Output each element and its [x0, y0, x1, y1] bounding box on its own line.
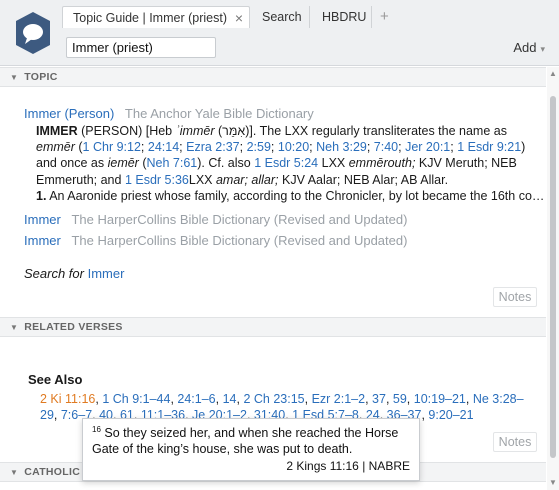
bible-ref-link[interactable]: 2:59 — [247, 140, 271, 154]
section-header-related-verses[interactable]: ▼ RELATED VERSES — [0, 317, 546, 337]
tab-search[interactable]: Search — [252, 6, 310, 28]
entry-source-link[interactable]: The HarperCollins Bible Dictionary (Revi… — [71, 212, 407, 227]
entry-title-link[interactable]: Immer — [24, 212, 61, 227]
tab-hbdru[interactable]: HBDRU — [312, 6, 372, 28]
see-also-heading: See Also — [28, 372, 83, 387]
verse-text: So they seized her, and when she reached… — [92, 426, 399, 456]
article-point-1: 1. An Aaronide priest whose family, acco… — [36, 188, 546, 203]
bible-ref-link[interactable]: Neh 7:61 — [147, 156, 198, 170]
bible-ref-link[interactable]: 1 Esdr 9:21 — [457, 140, 521, 154]
chevron-down-icon: ▾ — [540, 44, 545, 54]
verse-ref-link[interactable]: 14 — [223, 392, 237, 406]
verse-ref-link[interactable]: Ezr 2:1–2 — [312, 392, 366, 406]
bible-ref-link[interactable]: Ezra 2:37 — [186, 140, 240, 154]
article-excerpt: IMMER (PERSON) [Heb ʾimmēr (אִמֵּר)]. Th… — [36, 124, 546, 203]
scroll-up-icon[interactable]: ▲ — [549, 69, 557, 78]
bible-ref-link[interactable]: 1 Chr 9:12 — [83, 140, 141, 154]
hebrew-script: אִמֵּר — [222, 124, 246, 138]
bible-ref-link[interactable]: 1 Esdr 5:24 — [254, 156, 318, 170]
triangle-down-icon: ▼ — [10, 73, 19, 82]
logos-speech-bubble-icon[interactable] — [14, 11, 52, 55]
search-for-link[interactable]: Immer — [88, 266, 125, 281]
scroll-down-icon[interactable]: ▼ — [549, 478, 557, 487]
article-headword: IMMER — [36, 124, 78, 138]
triangle-down-icon: ▼ — [10, 468, 19, 477]
verse-ref-link[interactable]: 2 Ki 11:16 — [40, 392, 95, 406]
notes-button-topic[interactable]: Notes — [493, 287, 537, 307]
new-tab-button[interactable]: + — [374, 6, 398, 28]
entry-immer-harpercollins-2: Immer The HarperCollins Bible Dictionary… — [24, 233, 407, 248]
bible-ref-link[interactable]: 24:14 — [148, 140, 179, 154]
verse-ref-link[interactable]: 2 Ch 23:15 — [243, 392, 304, 406]
add-menu-button[interactable]: Add ▾ — [513, 40, 545, 55]
bible-ref-link[interactable]: Neh 3:29 — [316, 140, 367, 154]
bible-ref-link[interactable]: 1 Esdr 5:36 — [125, 173, 189, 187]
verse-number: 16 — [92, 424, 101, 434]
verse-ref-link[interactable]: 9:20–21 — [428, 408, 473, 422]
add-label: Add — [513, 40, 537, 55]
section-title-topic: TOPIC — [24, 71, 58, 83]
verse-ref-link[interactable]: 37 — [372, 392, 386, 406]
verse-ref-link[interactable]: 10:19–21 — [414, 392, 466, 406]
section-title-related-verses: RELATED VERSES — [24, 321, 123, 333]
hebrew-transliteration: ʾimmēr — [175, 124, 215, 138]
section-header-topic[interactable]: ▼ TOPIC — [0, 67, 546, 87]
notes-button-related[interactable]: Notes — [493, 432, 537, 452]
triangle-down-icon: ▼ — [10, 323, 19, 332]
panel-header: Topic Guide | Immer (priest) × Search HB… — [0, 0, 559, 66]
verse-ref-link[interactable]: 59 — [393, 392, 407, 406]
entry-source-link[interactable]: The Anchor Yale Bible Dictionary — [125, 106, 314, 121]
bible-ref-link[interactable]: 7:40 — [374, 140, 398, 154]
search-for-label: Search for — [24, 266, 84, 281]
section-title-catholic: CATHOLIC T — [24, 466, 91, 478]
entry-title-link[interactable]: Immer — [24, 233, 61, 248]
entry-immer-harpercollins-1: Immer The HarperCollins Bible Dictionary… — [24, 212, 407, 227]
entry-immer-person: Immer (Person) The Anchor Yale Bible Dic… — [24, 106, 314, 121]
close-tab-icon[interactable]: × — [235, 7, 243, 29]
verse-ref-link[interactable]: 24:1–6 — [177, 392, 215, 406]
search-for-line: Search for Immer — [24, 266, 124, 281]
reference-input[interactable] — [66, 37, 216, 58]
scrollbar-thumb[interactable] — [550, 96, 556, 458]
bible-ref-link[interactable]: 10:20 — [278, 140, 309, 154]
entry-source-link[interactable]: The HarperCollins Bible Dictionary (Revi… — [71, 233, 407, 248]
verse-ref-link[interactable]: 1 Ch 9:1–44 — [102, 392, 170, 406]
verse-popup: 16 So they seized her, and when she reac… — [82, 418, 420, 481]
tab-topic-guide[interactable]: Topic Guide | Immer (priest) × — [62, 6, 250, 28]
verse-citation[interactable]: 2 Kings 11:16 | NABRE — [286, 458, 410, 474]
entry-title-link[interactable]: Immer (Person) — [24, 106, 114, 121]
bible-ref-link[interactable]: Jer 20:1 — [405, 140, 450, 154]
tab-topic-guide-label: Topic Guide | Immer (priest) — [73, 11, 227, 25]
